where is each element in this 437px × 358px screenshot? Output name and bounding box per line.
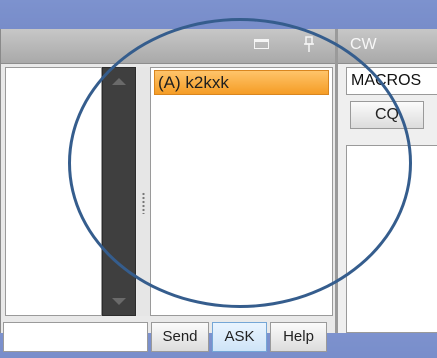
- chat-input-bar: Send ASK Help: [1, 318, 335, 358]
- chat-panel: (A) k2kxk Send ASK Help: [0, 29, 335, 352]
- message-input[interactable]: [3, 322, 148, 352]
- chat-scrollbar[interactable]: [102, 67, 136, 316]
- cw-panel-title: CW: [350, 36, 377, 53]
- scroll-down-icon[interactable]: [112, 298, 126, 305]
- restore-window-icon[interactable]: [254, 39, 269, 49]
- chat-panel-titlebar: [1, 29, 335, 64]
- user-list[interactable]: (A) k2kxk: [150, 67, 333, 316]
- cq-button[interactable]: CQ: [350, 101, 424, 129]
- ask-button[interactable]: ASK: [212, 322, 267, 352]
- user-list-item[interactable]: (A) k2kxk: [154, 70, 329, 95]
- chat-message-area[interactable]: [5, 67, 102, 316]
- cw-text-area[interactable]: [346, 145, 437, 333]
- macros-select[interactable]: MACROS: [346, 67, 437, 95]
- pin-icon[interactable]: [301, 35, 317, 55]
- help-button[interactable]: Help: [270, 322, 327, 352]
- cw-panel-titlebar: CW: [338, 29, 437, 64]
- send-button[interactable]: Send: [151, 322, 209, 352]
- scroll-up-icon[interactable]: [112, 78, 126, 85]
- grip-icon: [142, 192, 145, 214]
- cw-panel: CW MACROS CQ: [335, 29, 437, 333]
- splitter-handle[interactable]: [137, 67, 150, 316]
